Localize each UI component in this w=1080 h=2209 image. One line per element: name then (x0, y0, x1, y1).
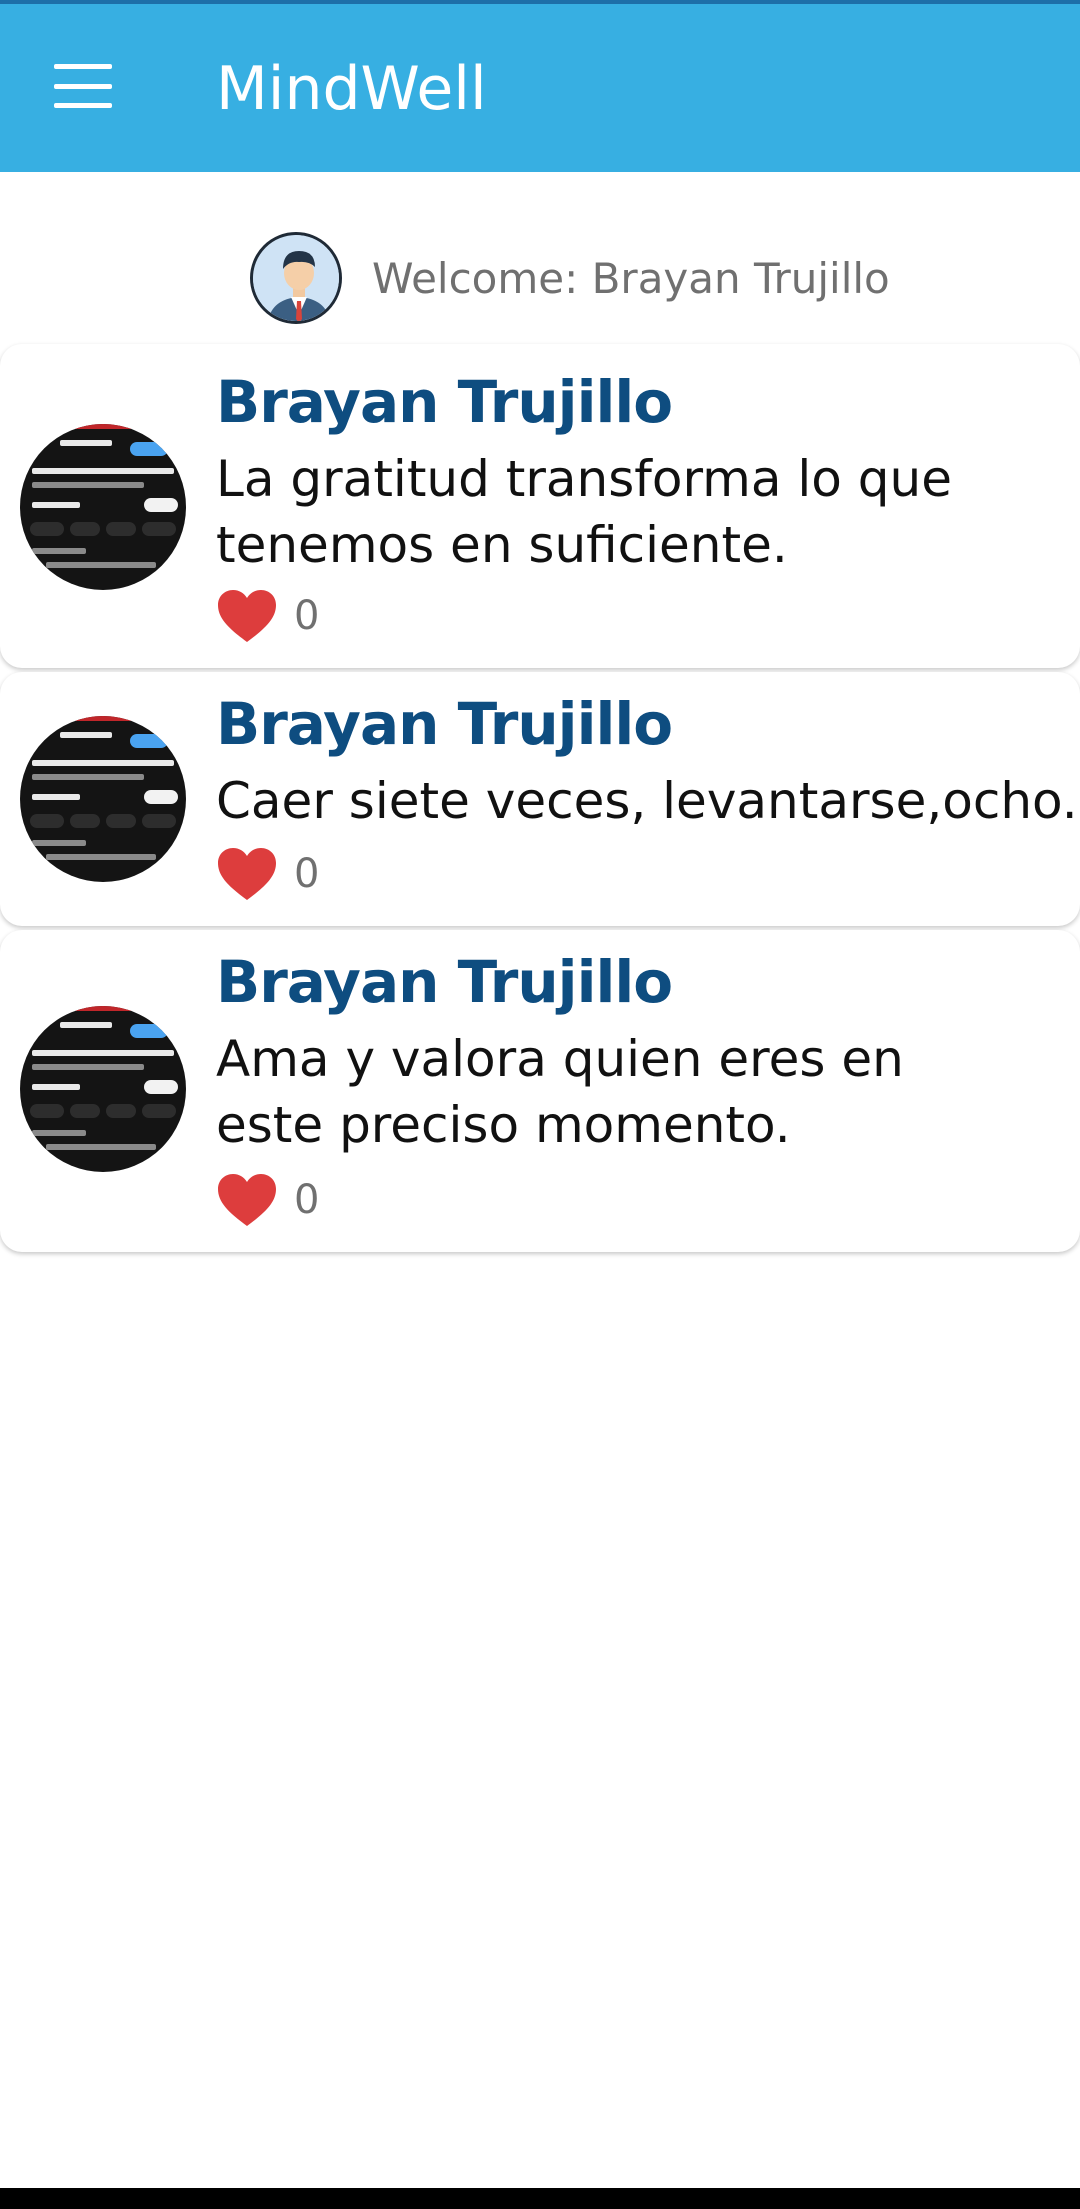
thumbnail-detail (70, 814, 100, 828)
post-card[interactable]: Brayan Trujillo Caer siete veces, levant… (0, 672, 1080, 926)
thumbnail-detail (130, 1024, 168, 1038)
app-bar: MindWell (0, 4, 1080, 172)
post-card[interactable]: Brayan Trujillo La gratitud transforma l… (0, 344, 1080, 668)
thumbnail-detail (32, 1064, 144, 1070)
like-row: 0 (216, 846, 319, 902)
navigation-bar (0, 2188, 1080, 2209)
post-thumbnail (20, 424, 186, 590)
user-avatar-icon (250, 232, 342, 324)
welcome-header: Welcome: Brayan Trujillo (250, 230, 890, 326)
thumbnail-detail (142, 814, 176, 828)
thumbnail-detail (70, 522, 100, 536)
like-count: 0 (294, 851, 320, 897)
thumbnail-detail (106, 814, 136, 828)
thumbnail-detail (20, 1006, 186, 1011)
thumbnail-detail (60, 732, 112, 738)
heart-icon[interactable] (216, 846, 278, 902)
menu-icon-bar (54, 64, 112, 69)
post-text: La gratitud transforma lo que tenemos en… (216, 450, 952, 574)
like-count: 0 (294, 593, 320, 639)
like-count: 0 (294, 1177, 320, 1223)
thumbnail-detail (144, 1080, 178, 1094)
thumbnail-detail (144, 498, 178, 512)
like-row: 0 (216, 1172, 319, 1228)
thumbnail-detail (60, 440, 112, 446)
thumbnail-detail (144, 790, 178, 804)
thumbnail-detail (32, 502, 80, 508)
thumbnail-detail (30, 1104, 64, 1118)
thumbnail-detail (70, 1104, 100, 1118)
post-thumbnail (20, 716, 186, 882)
thumbnail-detail (46, 854, 156, 860)
thumbnail-detail (60, 1022, 112, 1028)
post-thumbnail (20, 1006, 186, 1172)
thumbnail-detail (46, 1144, 156, 1150)
page: MindWell Welcome: Brayan Trujillo Brayan… (0, 0, 1080, 2209)
app-title: MindWell (216, 54, 487, 124)
menu-icon-bar (54, 83, 112, 89)
heart-icon[interactable] (216, 1172, 278, 1228)
thumbnail-detail (30, 522, 64, 536)
thumbnail-detail (32, 840, 86, 846)
thumbnail-detail (30, 814, 64, 828)
like-row: 0 (216, 588, 319, 644)
post-text: Ama y valora quien eres en este preciso … (216, 1030, 904, 1154)
heart-icon[interactable] (216, 588, 278, 644)
thumbnail-detail (32, 1050, 174, 1056)
thumbnail-detail (130, 734, 168, 748)
thumbnail-detail (32, 1084, 80, 1090)
thumbnail-detail (20, 716, 186, 721)
thumbnail-detail (46, 562, 156, 568)
thumbnail-detail (130, 442, 168, 456)
welcome-text: Welcome: Brayan Trujillo (372, 253, 890, 303)
thumbnail-detail (32, 760, 174, 766)
thumbnail-detail (106, 522, 136, 536)
thumbnail-detail (32, 548, 86, 554)
thumbnail-detail (32, 482, 144, 488)
thumbnail-detail (142, 1104, 176, 1118)
thumbnail-detail (20, 424, 186, 429)
post-author: Brayan Trujillo (216, 368, 673, 436)
post-author: Brayan Trujillo (216, 948, 673, 1016)
thumbnail-detail (32, 794, 80, 800)
menu-button[interactable] (54, 64, 112, 108)
thumbnail-detail (32, 1130, 86, 1136)
post-author: Brayan Trujillo (216, 690, 673, 758)
thumbnail-detail (32, 774, 144, 780)
post-text: Caer siete veces, levantarse,ocho. (216, 772, 1078, 830)
thumbnail-detail (32, 468, 174, 474)
thumbnail-detail (142, 522, 176, 536)
post-card[interactable]: Brayan Trujillo Ama y valora quien eres … (0, 930, 1080, 1252)
thumbnail-detail (106, 1104, 136, 1118)
menu-icon-bar (54, 103, 112, 108)
